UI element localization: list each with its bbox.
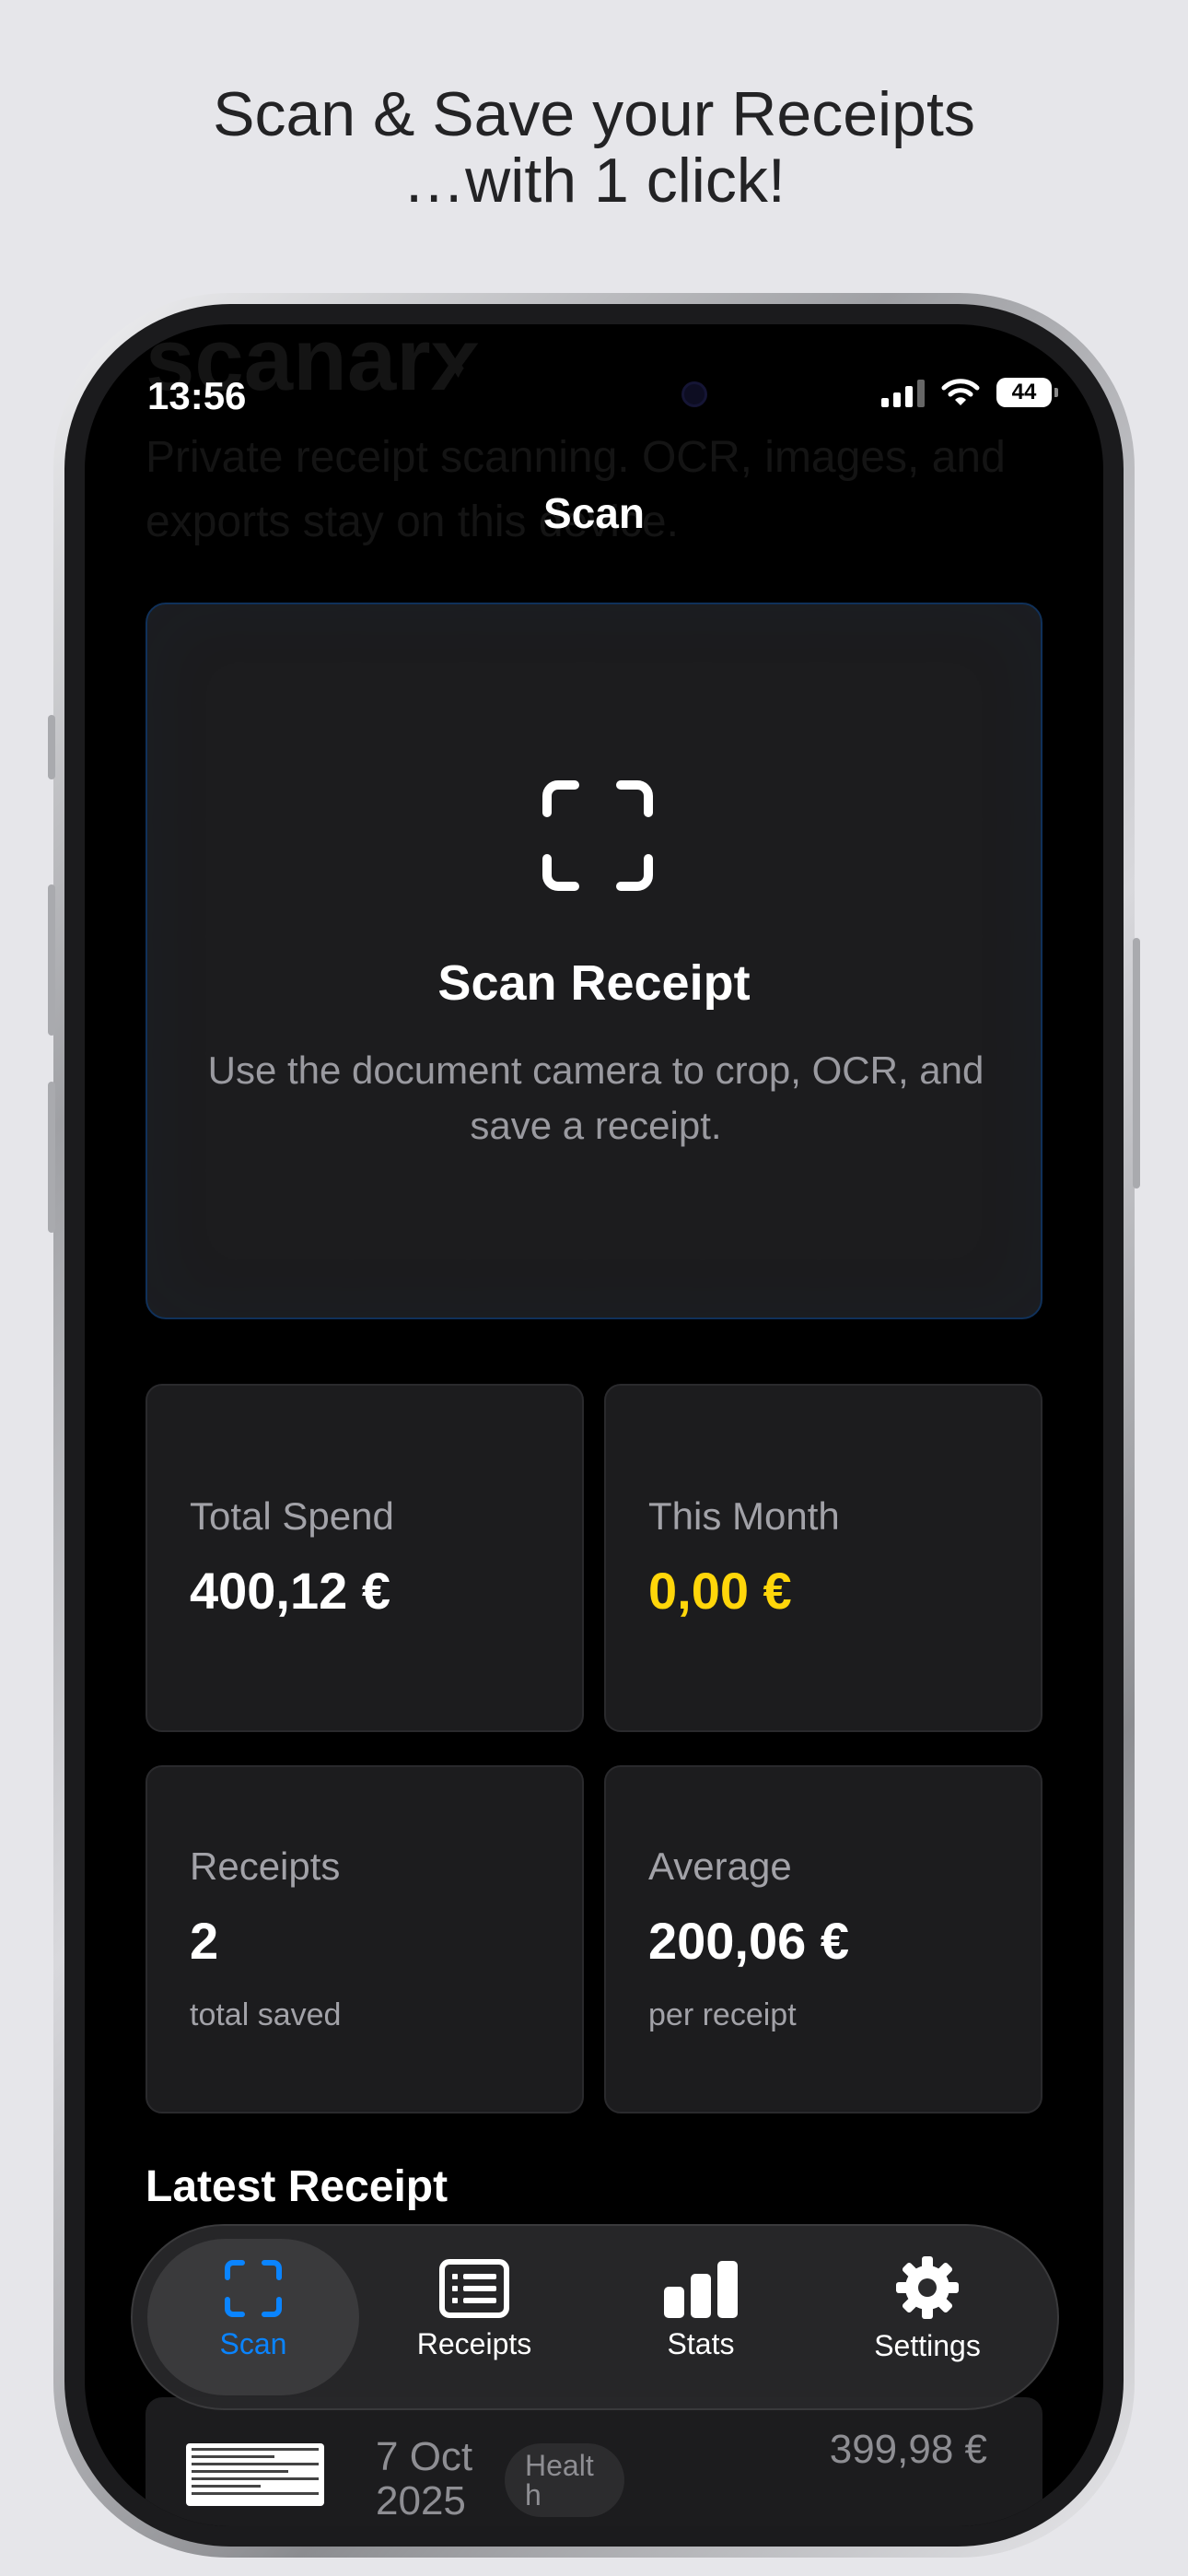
receipt-date-year: 2025 xyxy=(376,2478,466,2523)
headline-line-1: Scan & Save your Receipts xyxy=(213,79,975,149)
tab-label: Stats xyxy=(667,2327,735,2360)
wifi-icon xyxy=(941,379,980,405)
front-camera xyxy=(681,381,707,407)
stat-card-total-spend: Total Spend 400,12 € xyxy=(146,1384,584,1732)
power-button xyxy=(1133,938,1140,1188)
status-icons: 44 xyxy=(881,378,1058,407)
stat-value: 400,12 € xyxy=(190,1562,390,1620)
headline-line-2: …with 1 click! xyxy=(402,146,786,216)
scan-receipt-card[interactable]: Scan Receipt Use the document camera to … xyxy=(146,603,1042,1319)
stat-label: Total Spend xyxy=(190,1494,394,1538)
battery-icon: 44 xyxy=(996,378,1058,407)
tab-receipts[interactable]: Receipts xyxy=(368,2239,580,2395)
latest-receipt-title: Latest Receipt xyxy=(146,2162,448,2211)
bar-chart-icon xyxy=(664,2261,738,2318)
receipt-amount: 399,98 € xyxy=(829,2427,987,2472)
stat-card-receipts: Receipts 2 total saved xyxy=(146,1765,584,2113)
list-icon xyxy=(439,2259,509,2318)
stat-value: 2 xyxy=(190,1912,219,1970)
tab-bar: Scan Receipts Stats Settings xyxy=(131,2224,1059,2410)
stat-card-this-month: This Month 0,00 € xyxy=(604,1384,1042,1732)
tab-stats[interactable]: Stats xyxy=(595,2239,807,2395)
scan-frame-icon xyxy=(225,2260,282,2317)
status-time: 13:56 xyxy=(147,374,247,417)
latest-receipt-row[interactable]: 7 Oct 2025 Healt h 399,98 € xyxy=(146,2397,1042,2526)
marketing-headline: Scan & Save your Receipts …with 1 click! xyxy=(0,81,1188,214)
volume-up-button xyxy=(48,884,55,1036)
stat-value: 0,00 € xyxy=(648,1562,792,1620)
action-button xyxy=(48,715,55,779)
stat-card-average: Average 200,06 € per receipt xyxy=(604,1765,1042,2113)
tab-label: Scan xyxy=(219,2327,287,2360)
scan-frame-icon xyxy=(542,780,653,891)
volume-down-button xyxy=(48,1082,55,1233)
gear-icon xyxy=(896,2256,959,2319)
tab-settings[interactable]: Settings xyxy=(821,2239,1033,2395)
receipt-date-day: 7 Oct xyxy=(376,2434,473,2479)
receipt-thumbnail xyxy=(186,2443,324,2506)
phone-screen: scanarx Private receipt scanning. OCR, i… xyxy=(85,324,1103,2526)
tab-label: Receipts xyxy=(416,2327,532,2360)
stat-label: Receipts xyxy=(190,1844,341,1888)
tab-label: Settings xyxy=(874,2329,981,2362)
scan-card-description: Use the document camera to crop, OCR, an… xyxy=(207,1048,984,1147)
stat-sub: per receipt xyxy=(648,1997,797,2032)
tab-scan[interactable]: Scan xyxy=(147,2239,359,2395)
nav-title: Scan xyxy=(543,489,645,537)
cellular-signal-icon xyxy=(881,378,925,407)
stat-value: 200,06 € xyxy=(648,1912,849,1970)
receipt-category-badge: Healt h xyxy=(505,2443,624,2517)
stat-label: Average xyxy=(648,1844,792,1888)
stat-sub: total saved xyxy=(190,1997,342,2032)
stat-label: This Month xyxy=(648,1494,840,1538)
scan-card-title: Scan Receipt xyxy=(437,955,751,1011)
